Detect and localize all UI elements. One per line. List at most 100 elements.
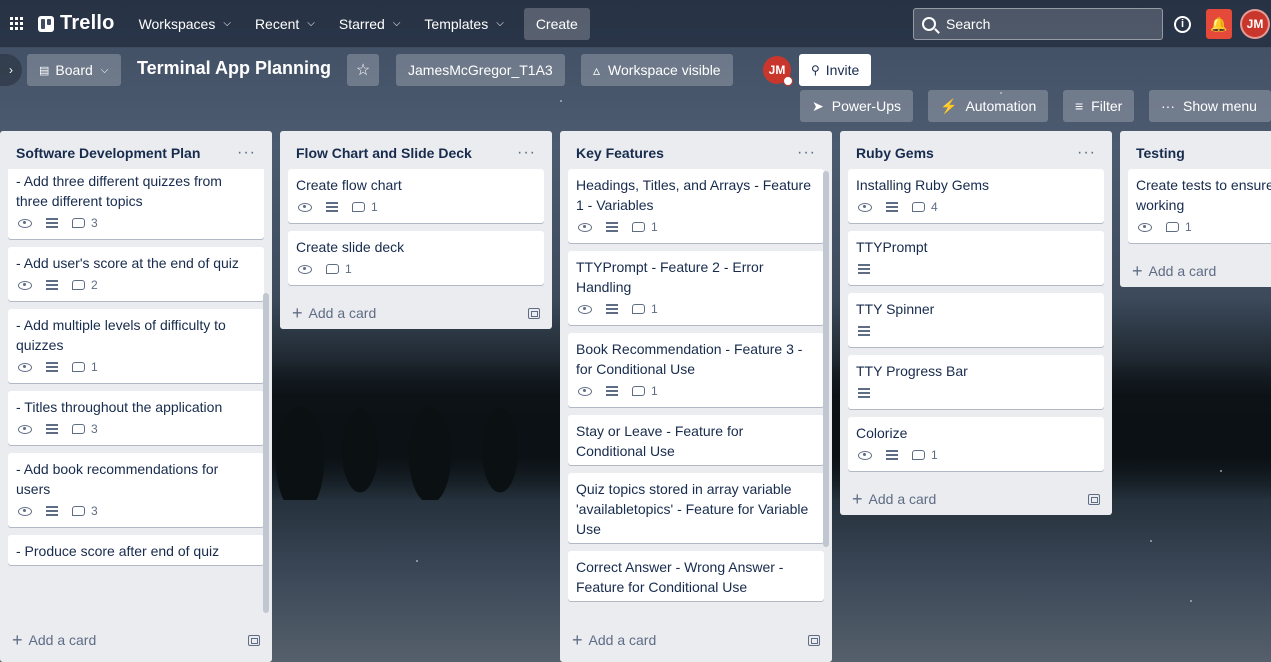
notifications-bell-icon[interactable]: 🔔 <box>1206 9 1232 39</box>
comment-icon <box>326 264 339 274</box>
board-view-label: Board <box>55 62 93 78</box>
visibility-button[interactable]: ▵ Workspace visible <box>581 54 733 86</box>
card[interactable]: Colorize 1 <box>848 417 1104 471</box>
filter-icon: ≡ <box>1075 98 1084 114</box>
watch-icon <box>1138 222 1152 232</box>
card-title: Book Recommendation - Feature 3 - for Co… <box>576 341 803 377</box>
card-title: - Add three different quizzes from three… <box>16 173 222 209</box>
comment-icon <box>72 218 85 228</box>
card[interactable]: Create slide deck 1 <box>288 231 544 285</box>
card[interactable]: TTY Spinner <box>848 293 1104 347</box>
card[interactable]: - Produce score after end of quiz <box>8 535 264 565</box>
list-title[interactable]: Key Features <box>576 145 664 161</box>
add-card-button[interactable]: + Add a card <box>1120 251 1271 287</box>
recent-label: Recent <box>254 15 300 32</box>
show-menu-label: Show menu <box>1183 98 1257 114</box>
trello-logo[interactable]: Trello <box>38 12 115 35</box>
search-input[interactable]: Search <box>913 8 1163 40</box>
card[interactable]: TTY Progress Bar <box>848 355 1104 409</box>
description-icon <box>858 388 870 398</box>
card[interactable]: Installing Ruby Gems 4 <box>848 169 1104 223</box>
card-template-icon[interactable] <box>1088 493 1100 505</box>
description-icon <box>858 326 870 336</box>
app-switcher-icon[interactable] <box>0 8 32 40</box>
list-title[interactable]: Software Development Plan <box>16 145 200 161</box>
comment-count: 1 <box>931 448 938 462</box>
card-title: TTY Spinner <box>856 301 935 317</box>
power-ups-button[interactable]: ➤ Power-Ups <box>800 90 913 122</box>
board-title[interactable]: Terminal App Planning <box>137 58 331 79</box>
filter-button[interactable]: ≡ Filter <box>1063 90 1135 122</box>
description-icon <box>46 506 58 516</box>
comment-icon <box>632 304 645 314</box>
card[interactable]: - Add book recommendations for users 3 <box>8 453 264 527</box>
card[interactable]: Correct Answer - Wrong Answer - Feature … <box>568 551 824 601</box>
templates-menu[interactable]: Templates ⌵ <box>412 8 515 40</box>
card-title: - Add multiple levels of difficulty to q… <box>16 317 226 353</box>
add-card-button[interactable]: + Add a card <box>0 620 272 656</box>
card[interactable]: Create flow chart 1 <box>288 169 544 223</box>
workspace-button[interactable]: JamesMcGregor_T1A3 <box>396 54 565 86</box>
description-icon <box>606 386 618 396</box>
list-menu-icon[interactable]: ··· <box>237 144 256 162</box>
card[interactable]: Create tests to ensure working 1 <box>1128 169 1271 243</box>
card-template-icon[interactable] <box>808 634 820 646</box>
comment-count: 3 <box>91 216 98 230</box>
starred-menu[interactable]: Starred ⌵ <box>327 8 413 40</box>
card-title: Create tests to ensure working <box>1136 177 1271 213</box>
info-icon[interactable]: i <box>1174 16 1191 33</box>
card-template-icon[interactable] <box>248 634 260 646</box>
plus-icon: + <box>572 630 583 650</box>
card[interactable]: - Add multiple levels of difficulty to q… <box>8 309 264 383</box>
board-view-switcher[interactable]: ▤ Board ⌵ <box>27 54 121 86</box>
card-template-icon[interactable] <box>528 307 540 319</box>
list-key-features: Key Features ··· Headings, Titles, and A… <box>560 131 832 662</box>
card[interactable]: - Add user's score at the end of quiz 2 <box>8 247 264 301</box>
list-title[interactable]: Testing <box>1136 145 1185 161</box>
comment-count: 1 <box>371 200 378 214</box>
card[interactable]: - Titles throughout the application 3 <box>8 391 264 445</box>
add-card-button[interactable]: + Add a card <box>280 293 552 329</box>
member-avatar[interactable]: JM <box>763 56 793 86</box>
watch-icon <box>578 304 592 314</box>
list-title[interactable]: Ruby Gems <box>856 145 934 161</box>
card[interactable]: Headings, Titles, and Arrays - Feature 1… <box>568 169 824 243</box>
list-menu-icon[interactable]: ··· <box>517 144 536 162</box>
description-icon <box>46 280 58 290</box>
card-title: Colorize <box>856 425 908 441</box>
description-icon <box>886 202 898 212</box>
add-card-button[interactable]: + Add a card <box>840 479 1112 515</box>
add-card-button[interactable]: + Add a card <box>560 620 832 656</box>
invite-button[interactable]: ⚲ Invite <box>799 54 872 86</box>
show-menu-button[interactable]: ··· Show menu <box>1149 90 1271 122</box>
user-avatar[interactable]: JM <box>1240 9 1270 39</box>
list-title[interactable]: Flow Chart and Slide Deck <box>296 145 472 161</box>
chevron-down-icon: ⌵ <box>392 18 401 29</box>
automation-button[interactable]: ⚡ Automation <box>928 90 1049 122</box>
create-button[interactable]: Create <box>523 7 590 40</box>
card[interactable]: Book Recommendation - Feature 3 - for Co… <box>568 333 824 407</box>
card[interactable]: Stay or Leave - Feature for Conditional … <box>568 415 824 465</box>
card[interactable]: - Add three different quizzes from three… <box>8 169 264 239</box>
description-icon <box>606 222 618 232</box>
visibility-icon: ▵ <box>593 61 601 78</box>
list-software-development-plan: Software Development Plan ··· - Add thre… <box>0 131 272 662</box>
card-title: TTYPrompt - Feature 2 - Error Handling <box>576 259 764 295</box>
card[interactable]: TTYPrompt - Feature 2 - Error Handling 1 <box>568 251 824 325</box>
list-scrollbar[interactable] <box>823 171 829 547</box>
list-flow-chart-and-slide-deck: Flow Chart and Slide Deck ··· Create flo… <box>280 131 552 329</box>
list-menu-icon[interactable]: ··· <box>1077 144 1096 162</box>
recent-menu[interactable]: Recent ⌵ <box>243 8 327 40</box>
comment-icon <box>632 386 645 396</box>
card[interactable]: TTYPrompt <box>848 231 1104 285</box>
list-scrollbar[interactable] <box>263 293 269 613</box>
more-icon: ··· <box>1161 98 1175 114</box>
logo-text: Trello <box>60 12 115 34</box>
card[interactable]: Quiz topics stored in array variable 'av… <box>568 473 824 543</box>
list-menu-icon[interactable]: ··· <box>797 144 816 162</box>
comment-count: 3 <box>91 504 98 518</box>
rocket-icon: ➤ <box>812 97 824 114</box>
add-card-label: Add a card <box>588 632 657 648</box>
star-icon[interactable]: ☆ <box>347 54 379 86</box>
workspaces-menu[interactable]: Workspaces ⌵ <box>127 8 243 40</box>
